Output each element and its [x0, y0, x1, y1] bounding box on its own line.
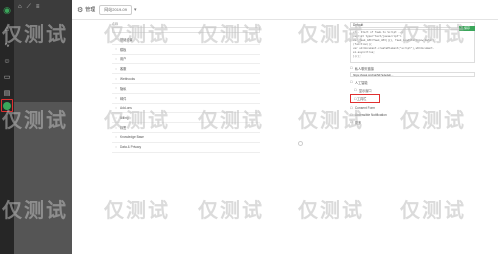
property-selector[interactable]: 网站2019-09: [99, 4, 132, 15]
watermark-text: 仅测试: [198, 108, 264, 132]
page-title: 管理: [85, 7, 96, 13]
option-item[interactable]: ☐ 人工智能: [350, 80, 475, 85]
watermark-text: 仅测试: [2, 22, 68, 46]
panel-divider-handle[interactable]: [298, 141, 303, 146]
watermark-text: 仅测试: [104, 198, 170, 222]
list-tab-icon[interactable]: ≡: [36, 4, 40, 11]
item-icon: ○: [115, 145, 117, 150]
watermark-text: 仅测试: [400, 22, 466, 46]
item-icon: ○: [115, 96, 117, 101]
highlighted-option[interactable]: ☐ 工具栏: [350, 94, 380, 103]
chevron-down-icon[interactable]: ▾: [134, 7, 137, 13]
direct-link-label: ☐ 私人聊天链接: [350, 66, 374, 71]
direct-link-input[interactable]: https://tawk.to/chat/5d7a4e4eb...: [350, 72, 475, 77]
watermark-text: 仅测试: [298, 22, 364, 46]
list-item[interactable]: ○ Webhooks: [112, 74, 260, 84]
watermark-text: 仅测试: [2, 198, 68, 222]
watermark-text: 仅测试: [298, 198, 364, 222]
item-icon: ○: [115, 66, 117, 71]
top-bar: ⚙ 管理 网站2019-09 ▾: [72, 0, 498, 20]
contacts-icon[interactable]: ☺: [0, 54, 14, 70]
checkbox-icon: ☐: [350, 80, 353, 84]
checkbox-icon: ☐: [354, 88, 357, 92]
list-item[interactable]: ○ 隐私: [112, 84, 260, 94]
list-item[interactable]: ○ Knowledge Base: [112, 133, 260, 143]
watermark-text: 仅测试: [104, 108, 170, 132]
item-icon: ○: [115, 47, 117, 52]
watermark-text: 仅测试: [298, 108, 364, 132]
item-icon: ○: [115, 56, 117, 61]
watermark-text: 仅测试: [198, 198, 264, 222]
option-item[interactable]: ☐ 显示窗口: [350, 88, 475, 93]
list-item[interactable]: ○ 客服: [112, 64, 260, 75]
list-item[interactable]: ○ 用户: [112, 55, 260, 65]
list-item[interactable]: ○ 邮件: [112, 94, 260, 104]
watermark-text: 仅测试: [104, 22, 170, 46]
item-icon: ○: [115, 76, 117, 81]
item-icon: ○: [115, 86, 117, 91]
chart-tab-icon[interactable]: ⟋: [27, 4, 31, 11]
home-tab-icon[interactable]: ⌂: [18, 4, 22, 11]
watermark-text: 仅测试: [2, 108, 68, 132]
watermark-text: 仅测试: [400, 108, 466, 132]
app-logo-icon[interactable]: ◉: [0, 0, 14, 20]
link-icon: ☐: [350, 66, 353, 70]
item-icon: ○: [115, 135, 117, 140]
gear-icon: ⚙: [77, 6, 84, 14]
list-item[interactable]: ○ Data & Privacy: [112, 143, 260, 153]
watermark-text: 仅测试: [198, 22, 264, 46]
inbox-icon[interactable]: ▭: [0, 70, 14, 86]
watermark-text: 仅测试: [400, 198, 466, 222]
